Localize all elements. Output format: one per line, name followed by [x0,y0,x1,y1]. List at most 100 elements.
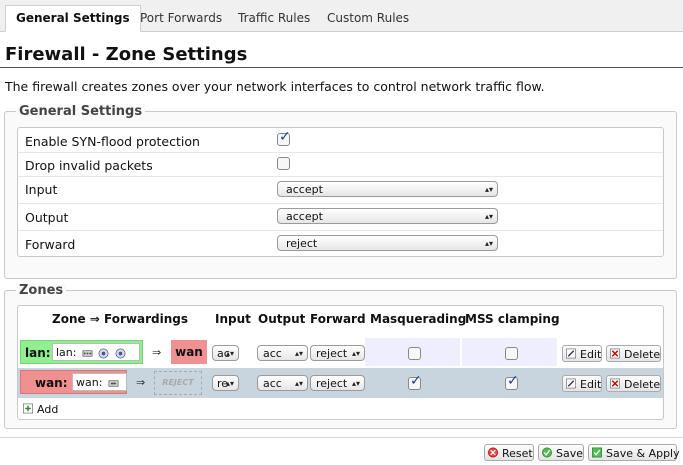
tab-bar: General Settings Port Forwards Traffic R… [0,0,683,32]
tab-custom-rules[interactable]: Custom Rules [317,6,419,31]
save-apply-button[interactable]: Save & Apply [588,444,680,461]
select-arrows-icon: ▴▾ [484,185,493,194]
zone-input-select[interactable]: re ▴▾ [212,375,239,391]
edit-icon [566,348,576,359]
zone-interfaces-label: lan: [56,346,77,359]
check-icon: ✓ [507,373,519,389]
save-icon [542,447,552,458]
mss-clamping-checkbox[interactable]: ✓ [505,373,519,390]
zone-row-wan: wan: wan: ⇒ REJECT re ▴▾ acc ▴▾ reject ▴▾ ✓… [18,368,663,398]
edit-label: Edit [580,348,602,361]
select-arrows-icon: ▴▾ [294,379,303,388]
drop-invalid-checkbox[interactable] [277,157,290,170]
zones-section: Zones Zone ⇒ Forwardings Input Output Fo… [4,283,677,429]
edit-icon [566,378,576,389]
masquerading-checkbox[interactable] [408,347,421,360]
zone-badge-wan[interactable]: wan: wan: [20,370,127,394]
delete-icon [610,378,620,389]
edit-button[interactable]: Edit [562,375,602,392]
output-policy-select[interactable]: accept ▴▾ [277,208,498,224]
forward-policy-select[interactable]: reject ▴▾ [277,235,498,251]
save-apply-label: Save & Apply [606,447,680,460]
ethernet-switch-icon [82,349,93,357]
zone-forward-select[interactable]: reject ▴▾ [310,375,365,391]
general-settings-section: General Settings Enable SYN-flood protec… [4,104,677,279]
reset-icon [488,447,498,458]
select-arrows-icon: ▴▾ [225,379,234,388]
zone-forwardings-header: Zone ⇒ Forwardings [52,312,188,326]
delete-button[interactable]: Delete [606,345,661,362]
output-header: Output [258,312,306,326]
zone-interfaces-label: wan: [76,376,103,389]
drop-invalid-label: Drop invalid packets [25,158,153,173]
delete-icon [610,348,620,359]
check-icon: ✓ [279,129,291,145]
zone-input-select[interactable]: ac ▴▾ [212,345,239,361]
delete-button[interactable]: Delete [606,375,661,392]
zones-legend: Zones [16,283,67,298]
delete-label: Delete [624,378,661,391]
input-policy-value: accept [286,183,323,196]
zone-output-select[interactable]: acc ▴▾ [257,345,308,361]
select-arrows-icon: ▴▾ [294,349,303,358]
edit-button[interactable]: Edit [562,345,602,362]
save-button[interactable]: Save [538,444,584,461]
zone-interfaces: wan: [72,373,127,391]
zone-name: lan: [25,346,51,360]
reset-button[interactable]: Reset [484,444,534,461]
add-zone-button[interactable]: Add [20,401,62,418]
syn-flood-row: Enable SYN-flood protection ✓ [18,128,663,153]
reset-label: Reset [502,447,533,460]
add-label: Add [37,403,59,416]
tab-traffic-rules[interactable]: Traffic Rules [228,6,320,31]
zone-name: wan: [35,376,68,390]
zones-table: Zone ⇒ Forwardings Input Output Forward … [17,305,664,420]
drop-invalid-row: Drop invalid packets [18,152,663,177]
masquerading-checkbox[interactable]: ✓ [408,373,422,390]
output-label: Output [25,210,69,225]
footer-divider [0,437,683,438]
syn-flood-checkbox[interactable]: ✓ [277,129,291,146]
output-policy-value: accept [286,210,323,223]
apply-icon [592,447,602,458]
select-arrows-icon: ▴▾ [225,349,234,358]
zone-output-select[interactable]: acc ▴▾ [257,375,308,391]
input-label: Input [25,182,58,197]
output-row: Output accept ▴▾ [18,203,663,231]
mss-clamping-checkbox[interactable] [505,347,518,360]
select-value: acc [263,347,282,360]
select-arrows-icon: ▴▾ [484,239,493,248]
zone-row-lan: lan: lan: ⇒ wan ac ▴▾ acc ▴▾ reject ▴▾ Edit… [18,338,663,368]
zone-forward-select[interactable]: reject ▴▾ [310,345,365,361]
syn-flood-label: Enable SYN-flood protection [25,134,200,149]
page-description: The firewall creates zones over your net… [5,79,545,94]
input-row: Input accept ▴▾ [18,176,663,204]
title-divider [0,67,683,68]
save-label: Save [556,447,584,460]
tab-general-settings[interactable]: General Settings [5,5,141,32]
masquerading-header: Masquerading [370,312,467,326]
zone-badge-lan[interactable]: lan: lan: [20,340,143,364]
forwarding-target-reject: REJECT [154,371,202,395]
general-settings-legend: General Settings [16,104,146,119]
wireless-icon [115,348,126,358]
forwarding-target-wan: wan [171,340,207,364]
forward-arrow: ⇒ [136,376,146,389]
select-value: acc [263,377,282,390]
forward-arrow: ⇒ [152,346,162,359]
zone-interfaces: lan: [52,343,140,361]
tab-port-forwards[interactable]: Port Forwards [130,6,232,31]
check-icon: ✓ [410,373,422,389]
page-title: Firewall - Zone Settings [5,44,248,65]
input-policy-select[interactable]: accept ▴▾ [277,181,498,197]
add-icon [23,403,33,414]
select-arrows-icon: ▴▾ [351,379,360,388]
forward-policy-value: reject [286,237,318,250]
input-header: Input [215,312,251,326]
forward-header: Forward [310,312,366,326]
mss-clamping-header: MSS clamping [465,312,560,326]
select-arrows-icon: ▴▾ [351,349,360,358]
general-settings-table: Enable SYN-flood protection ✓ Drop inval… [17,127,664,257]
wireless-icon [99,348,109,358]
select-value: reject [316,347,348,360]
